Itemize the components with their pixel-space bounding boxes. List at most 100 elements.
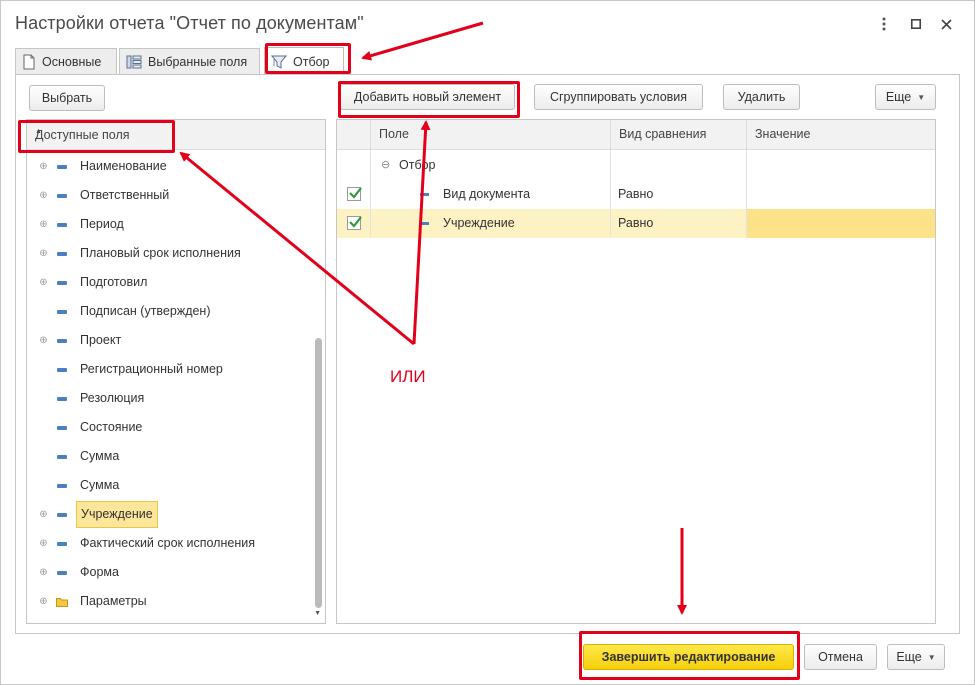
row-checkbox[interactable] xyxy=(347,187,362,201)
table-row[interactable]: Вид документа Равно xyxy=(337,180,935,209)
more-button[interactable]: Еще ▼ xyxy=(875,84,936,110)
tree-item[interactable]: ⊕ Ответственный xyxy=(27,182,307,210)
field-icon xyxy=(57,397,67,401)
field-icon xyxy=(57,281,67,285)
checkmark-icon xyxy=(349,187,362,199)
tab-selected-fields[interactable]: Выбранные поля xyxy=(119,48,260,74)
filter-grid: Поле Вид сравнения Значение ⊖ Отбор Вид … xyxy=(336,119,936,624)
tab-label: Выбранные поля xyxy=(148,54,248,69)
collapse-icon[interactable]: ⊖ xyxy=(381,151,390,180)
expand-icon[interactable]: ⊕ xyxy=(39,510,48,520)
tree-item-label: Наименование xyxy=(80,159,167,173)
column-comparison[interactable]: Вид сравнения xyxy=(610,120,746,150)
scrollbar-thumb[interactable] xyxy=(315,338,322,608)
expand-icon[interactable]: ⊕ xyxy=(39,568,48,578)
tree-item[interactable]: ⊕ Форма xyxy=(27,559,307,587)
more-vertical-icon[interactable] xyxy=(871,11,897,37)
folder-icon xyxy=(56,598,68,607)
tree-item[interactable]: ⊕ Плановый срок исполнения xyxy=(27,240,307,268)
tree-item[interactable]: ⊕ Период xyxy=(27,211,307,239)
caret-down-icon: ▼ xyxy=(917,92,926,102)
more-label: Еще xyxy=(885,90,912,104)
tree-item[interactable]: ⊕ Параметры xyxy=(27,588,307,616)
expand-icon[interactable]: ⊕ xyxy=(39,162,48,172)
tree-item-label: Резолюция xyxy=(80,391,145,405)
add-new-element-button[interactable]: Добавить новый элемент xyxy=(340,84,515,110)
available-fields-tree: Доступные поля ▲ ⊕ Наименование ⊕ Ответстве… xyxy=(26,119,326,624)
tree-item[interactable]: Сумма xyxy=(27,443,307,471)
tree-item-label: Проект xyxy=(80,333,122,347)
expand-icon[interactable]: ⊕ xyxy=(39,539,48,549)
tree-item[interactable]: ⊕ Проект xyxy=(27,327,307,355)
group-conditions-button[interactable]: Сгруппировать условия xyxy=(534,84,703,110)
row-field: Вид документа xyxy=(443,187,531,201)
tree-item-label: Плановый срок исполнения xyxy=(80,246,241,260)
scroll-down-icon[interactable]: ▼ xyxy=(314,610,321,617)
field-icon xyxy=(57,252,67,256)
expand-icon[interactable]: ⊕ xyxy=(39,597,48,607)
cancel-button[interactable]: Отмена xyxy=(804,644,877,670)
expand-icon[interactable]: ⊕ xyxy=(39,191,48,201)
tree-item-label: Период xyxy=(80,217,124,231)
choose-button[interactable]: Выбрать xyxy=(29,85,105,111)
field-icon xyxy=(420,193,429,196)
maximize-icon[interactable] xyxy=(903,11,929,37)
field-icon xyxy=(420,222,429,225)
tree-item[interactable]: Состояние xyxy=(27,414,307,442)
tree-item[interactable]: ⊕ Наименование xyxy=(27,153,307,181)
column-divider xyxy=(610,150,611,237)
tab-main[interactable]: Основные xyxy=(15,48,117,74)
tree-item-label: Форма xyxy=(80,565,119,579)
caret-down-icon: ▼ xyxy=(927,652,936,662)
tree-item[interactable]: Регистрационный номер xyxy=(27,356,307,384)
tree-item[interactable]: Сумма xyxy=(27,472,307,500)
expand-icon[interactable]: ⊕ xyxy=(39,249,48,259)
footer-more-button[interactable]: Еще ▼ xyxy=(887,644,945,670)
expand-icon[interactable]: ⊕ xyxy=(39,220,48,230)
row-comparison[interactable]: Равно xyxy=(618,209,653,238)
grid-header: Поле Вид сравнения Значение xyxy=(337,120,935,150)
table-row[interactable]: Учреждение Равно xyxy=(337,209,935,238)
tab-label: Основные xyxy=(42,54,102,69)
tree-item-label: Параметры xyxy=(80,594,147,608)
field-icon xyxy=(57,194,67,198)
column-divider xyxy=(746,150,747,237)
tree-item-label: Учреждение xyxy=(76,501,158,528)
tree-item-label: Ответственный xyxy=(80,188,170,202)
arrow-to-filter-tab xyxy=(361,21,484,61)
row-comparison[interactable]: Равно xyxy=(618,180,653,209)
tree-item[interactable]: Резолюция xyxy=(27,385,307,413)
annotation-or-label: ИЛИ xyxy=(390,367,426,386)
tree-item-label: Сумма xyxy=(80,449,120,463)
available-fields-header: Доступные поля ▲ xyxy=(27,120,325,150)
close-icon[interactable] xyxy=(933,11,959,37)
tree-item[interactable]: Подписан (утвержден) xyxy=(27,298,307,326)
row-checkbox[interactable] xyxy=(347,216,362,230)
tree-item[interactable]: ⊕ Подготовил xyxy=(27,269,307,297)
field-icon xyxy=(57,310,67,314)
field-icon xyxy=(57,165,67,169)
finish-editing-button[interactable]: Завершить редактирование xyxy=(583,644,794,670)
tree-item[interactable]: ⊕ Фактический срок исполнения xyxy=(27,530,307,558)
field-icon xyxy=(57,513,67,517)
field-icon xyxy=(57,339,67,343)
tree-item-label: Подготовил xyxy=(80,275,148,289)
tree-item-label: Фактический срок исполнения xyxy=(80,536,255,550)
column-divider xyxy=(370,150,371,237)
field-icon xyxy=(57,455,67,459)
tab-filter[interactable]: Отбор xyxy=(264,47,344,75)
tree-item-label: Подписан (утвержден) xyxy=(80,304,211,318)
group-row[interactable]: ⊖ Отбор xyxy=(337,151,935,180)
document-icon xyxy=(23,54,35,69)
tree-item[interactable]: ⊕ Учреждение xyxy=(27,501,307,529)
expand-icon[interactable]: ⊕ xyxy=(39,278,48,288)
expand-icon[interactable]: ⊕ xyxy=(39,336,48,346)
row-field: Учреждение xyxy=(443,216,515,230)
value-cell-highlight[interactable] xyxy=(746,209,935,238)
scroll-up-icon[interactable]: ▲ xyxy=(35,128,321,135)
delete-button[interactable]: Удалить xyxy=(723,84,800,110)
column-field[interactable]: Поле xyxy=(370,120,610,150)
column-value[interactable]: Значение xyxy=(746,120,935,150)
more-label: Еще xyxy=(896,650,922,664)
checkmark-icon xyxy=(349,216,362,228)
